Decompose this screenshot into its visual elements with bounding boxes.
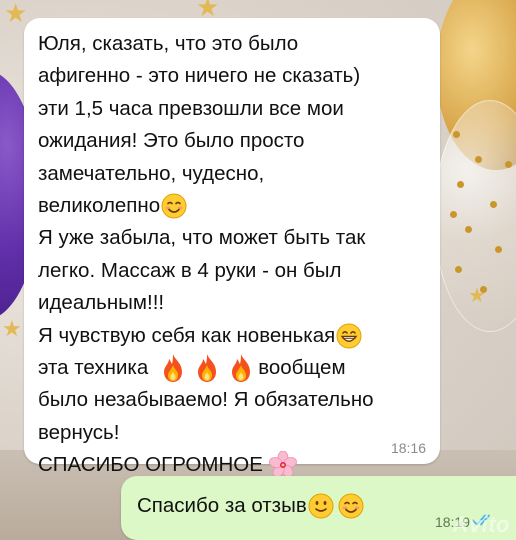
smiling-face-icon [161, 193, 187, 219]
message-timestamp: 18:16 [390, 440, 426, 456]
message-line: афигенно - это ничего не сказать) [38, 60, 430, 92]
message-line: легко. Массаж в 4 руки - он был [38, 255, 430, 287]
message-line: ожидания! Это было просто [38, 125, 430, 157]
message-line: Я уже забыла, что может быть так [38, 222, 430, 254]
message-text: Я чувствую себя как новенькая [38, 323, 336, 347]
message-text: эти 1,5 часа превзошли все мои [38, 96, 344, 120]
message-text: вообщем [258, 356, 346, 380]
avito-watermark: Avito [452, 512, 510, 537]
message-text: эта техника [38, 356, 149, 380]
message-text: великолепно [38, 194, 161, 218]
message-line: идеальным!!! [38, 287, 430, 319]
message-line: Я чувствую себя как новенькая [38, 320, 430, 352]
message-text: легко. Массаж в 4 руки - он был [38, 258, 342, 282]
message-text: идеальным!!! [38, 291, 165, 315]
message-text: Я уже забыла, что может быть так [38, 226, 366, 250]
message-line: Юля, сказать, что это было [38, 28, 430, 60]
message-text: ожидания! Это было просто [38, 129, 305, 153]
message-text: Спасибо за отзыв [137, 494, 307, 517]
message-text: было незабываемо! Я обязательно [38, 388, 374, 412]
star-decoration: ★ [196, 0, 220, 22]
message-line: эти 1,5 часа превзошли все мои [38, 93, 430, 125]
message-text: вернусь! [38, 420, 120, 444]
message-line: эта техника вообщем [38, 352, 430, 384]
message-line: вернусь! [38, 417, 430, 449]
incoming-message-bubble[interactable]: Юля, сказать, что это было афигенно - эт… [24, 18, 440, 478]
grinning-face-icon [336, 323, 362, 349]
message-text: Юля, сказать, что это было [38, 32, 299, 55]
star-decoration: ★ [468, 285, 486, 307]
message-line: великолепно [38, 190, 430, 222]
fire-icon [164, 354, 183, 383]
smiling-face-icon [338, 493, 364, 519]
message-text: замечательно, чудесно, [38, 161, 265, 185]
message-line: было незабываемо! Я обязательно [38, 384, 430, 416]
star-decoration: ★ [4, 0, 28, 28]
fire-icon [232, 354, 251, 383]
message-line: замечательно, чудесно, [38, 158, 430, 190]
fire-icon [198, 354, 217, 383]
message-text: афигенно - это ничего не сказать) [38, 64, 361, 88]
slightly-smiling-face-icon [308, 493, 334, 519]
star-decoration: ★ [2, 316, 22, 341]
